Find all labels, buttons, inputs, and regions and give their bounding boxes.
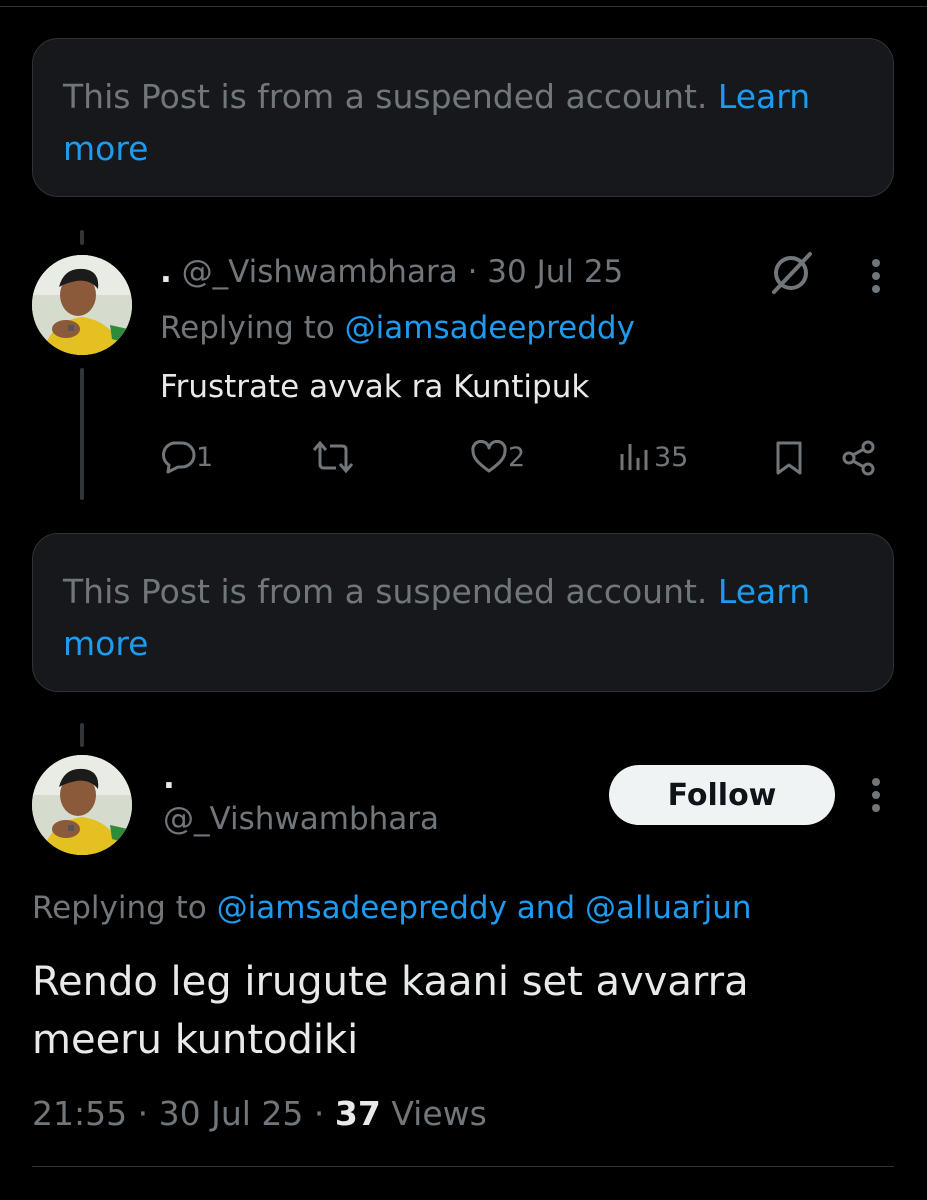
user-handle[interactable]: @_Vishwambhara — [182, 254, 458, 290]
replying-to: Replying to @iamsadeepreddy — [160, 308, 635, 348]
views-icon — [620, 444, 648, 470]
replying-handle-link[interactable]: @iamsadeepreddy — [345, 310, 635, 346]
follow-button[interactable]: Follow — [609, 765, 835, 825]
bottom-divider — [32, 1166, 894, 1167]
suspended-post-notice: This Post is from a suspended account. L… — [32, 38, 894, 197]
thread-line-top — [80, 723, 84, 747]
suspended-notice-text: This Post is from a suspended account. — [63, 572, 718, 611]
separator-dot: · — [137, 1094, 149, 1133]
user-handle[interactable]: @_Vishwambhara — [163, 799, 439, 839]
grok-icon[interactable] — [766, 250, 816, 300]
share-icon[interactable] — [840, 440, 878, 480]
avatar[interactable] — [32, 255, 132, 355]
like-count: 2 — [508, 441, 526, 473]
avatar-image — [32, 255, 132, 355]
display-name[interactable]: . — [163, 758, 175, 798]
separator-dot: · — [313, 1094, 325, 1133]
views-button[interactable]: 35 — [618, 440, 688, 474]
reply-header: . @_Vishwambhara · 30 Jul 25 — [160, 252, 623, 292]
reply-icon — [162, 441, 196, 474]
views-label: Views — [391, 1094, 487, 1133]
repost-button[interactable] — [312, 440, 354, 474]
bookmark-icon[interactable] — [772, 440, 806, 480]
reply-text: Frustrate avvak ra Kuntipuk — [160, 369, 590, 405]
reply-button[interactable]: 1 — [160, 440, 213, 474]
suspended-notice-text: This Post is from a suspended account. — [63, 77, 718, 116]
like-icon — [471, 440, 507, 473]
more-icon[interactable] — [866, 776, 886, 820]
reply-count: 1 — [196, 441, 214, 473]
post-text-line: meeru kuntodiki — [32, 1017, 359, 1063]
more-icon[interactable] — [866, 257, 886, 301]
post-text-line: Rendo leg irugute kaani set avvarra — [32, 959, 749, 1005]
top-divider — [0, 6, 927, 7]
post-date[interactable]: 30 Jul 25 — [159, 1094, 304, 1133]
views-count: 35 — [654, 441, 689, 473]
replying-label: Replying to — [32, 890, 207, 926]
post-date[interactable]: 30 Jul 25 — [487, 254, 623, 290]
replying-handle-link[interactable]: @iamsadeepreddy — [217, 890, 507, 926]
like-button[interactable]: 2 — [470, 440, 525, 474]
thread-line-bottom — [80, 368, 84, 500]
repost-icon — [312, 440, 354, 474]
replying-label: Replying to — [160, 310, 335, 346]
post-time[interactable]: 21:55 — [32, 1094, 127, 1133]
separator-dot: · — [467, 254, 478, 290]
avatar[interactable] — [32, 755, 132, 855]
post-text: Rendo leg irugute kaani set avvarra meer… — [32, 953, 749, 1069]
suspended-post-notice: This Post is from a suspended account. L… — [32, 533, 894, 692]
replying-and: and — [516, 890, 576, 926]
avatar-image — [32, 755, 132, 855]
post-timestamp-row: 21:55 · 30 Jul 25 · 37 Views — [32, 1092, 487, 1136]
thread-line-top — [80, 230, 84, 245]
replying-to: Replying to @iamsadeepreddy and @alluarj… — [32, 888, 752, 928]
views-count: 37 — [334, 1094, 381, 1133]
replying-handle-link[interactable]: @alluarjun — [585, 890, 752, 926]
display-name[interactable]: . — [160, 254, 172, 290]
